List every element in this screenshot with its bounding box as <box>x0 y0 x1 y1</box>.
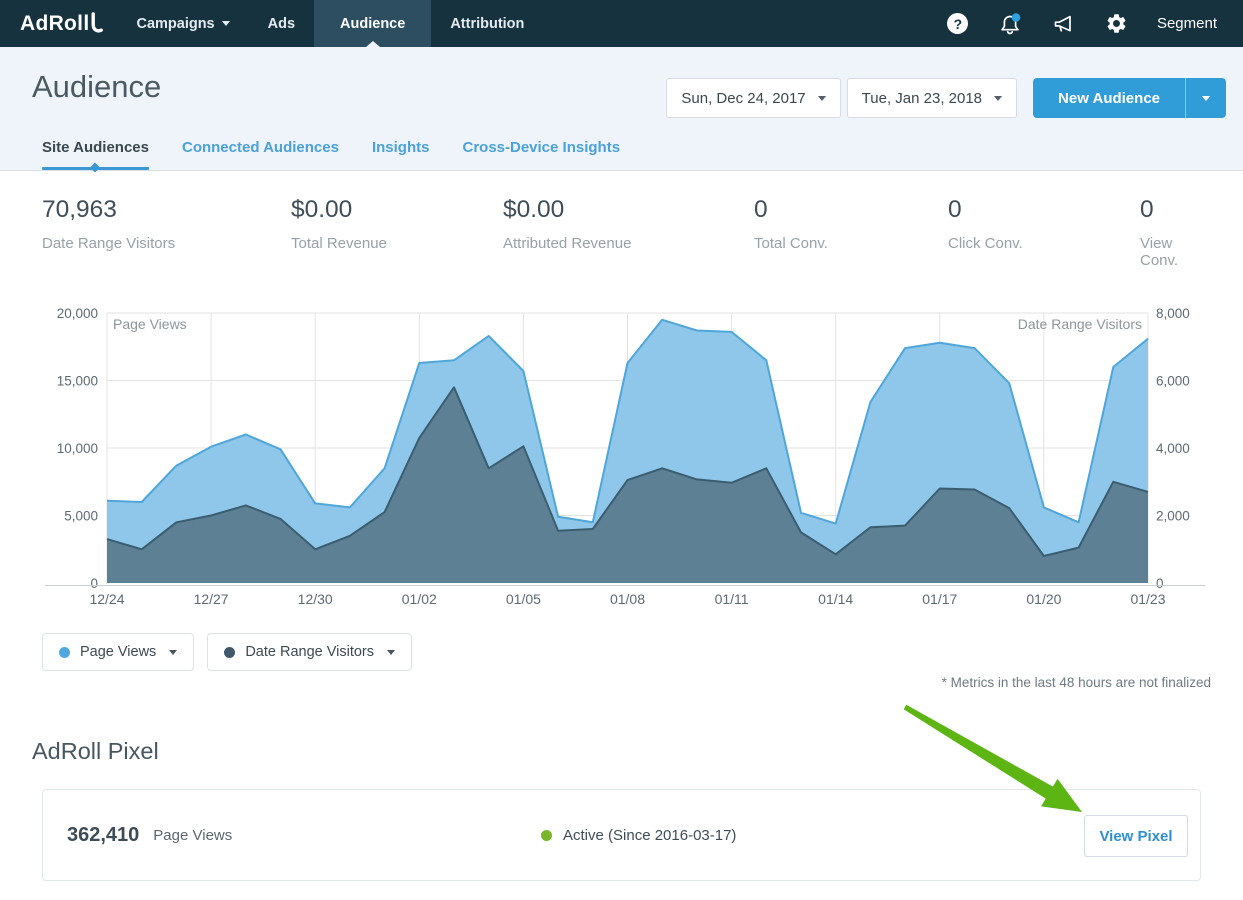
x-axis-tick: 01/20 <box>1026 591 1061 607</box>
stat-value: 0 <box>948 196 1140 224</box>
chevron-down-icon <box>994 96 1002 101</box>
x-axis-tick: 01/14 <box>818 591 853 607</box>
x-axis-tick: 12/30 <box>298 591 333 607</box>
x-axis-tick: 01/08 <box>610 591 645 607</box>
chevron-down-icon <box>387 650 395 655</box>
nav-item-label: Ads <box>268 16 295 32</box>
y-axis-tick-left: 10,000 <box>57 441 98 456</box>
segment-menu[interactable]: Segment <box>1157 15 1217 32</box>
legend-date-range-visitors[interactable]: Date Range Visitors <box>207 633 412 671</box>
stat-value: 70,963 <box>42 196 291 224</box>
date-range-visitors-dot-icon <box>224 647 235 658</box>
y-axis-tick-right: 4,000 <box>1156 441 1190 456</box>
stat-value: 0 <box>754 196 948 224</box>
settings-gear-icon[interactable] <box>1104 11 1130 37</box>
stat-label: Total Conv. <box>754 235 948 252</box>
nav-item-audience[interactable]: Audience <box>314 0 431 47</box>
stat-value: $0.00 <box>291 196 503 224</box>
metrics-footnote: * Metrics in the last 48 hours are not f… <box>942 675 1211 690</box>
start-date-select[interactable]: Sun, Dec 24, 2017 <box>666 78 840 118</box>
left-axis-title: Page Views <box>113 316 187 332</box>
adroll-pixel-heading: AdRoll Pixel <box>32 738 159 765</box>
stat-value: 0 <box>1140 196 1211 224</box>
legend-label: Page Views <box>80 644 156 660</box>
y-axis-tick-left: 20,000 <box>57 306 98 321</box>
legend-label: Date Range Visitors <box>245 644 374 660</box>
pixel-status: Active (Since 2016-03-17) <box>541 827 736 844</box>
end-date-value: Tue, Jan 23, 2018 <box>862 90 982 107</box>
adroll-logo-text: AdRoll <box>20 12 89 36</box>
announcements-megaphone-icon[interactable] <box>1051 11 1077 37</box>
y-axis-tick-left: 15,000 <box>57 374 98 389</box>
stat-label: Click Conv. <box>948 235 1140 252</box>
start-date-value: Sun, Dec 24, 2017 <box>681 90 805 107</box>
nav-item-attribution[interactable]: Attribution <box>431 0 543 47</box>
tabs: Site Audiences Connected Audiences Insig… <box>42 139 620 170</box>
area-chart: 0 0 5,000 2,000 10,000 4,000 15,000 6,000 20,000… <box>0 298 1243 618</box>
stat-label: View Conv. <box>1140 235 1211 269</box>
y-axis-tick-left: 5,000 <box>64 509 98 524</box>
notifications-bell-icon[interactable] <box>998 11 1024 37</box>
x-axis-tick: 01/17 <box>922 591 957 607</box>
chart-legend: Page Views Date Range Visitors <box>42 633 412 671</box>
x-axis-tick: 12/27 <box>194 591 229 607</box>
adroll-logo-hook-icon <box>90 11 103 35</box>
nav-item-label: Audience <box>340 16 405 32</box>
stat-click-conv: 0 Click Conv. <box>948 196 1140 269</box>
chevron-down-icon <box>169 650 177 655</box>
new-audience-button-group: New Audience <box>1033 78 1226 118</box>
nav-right-group: ? Segment <box>945 0 1217 47</box>
stat-label: Total Revenue <box>291 235 503 252</box>
x-axis-tick: 01/02 <box>402 591 437 607</box>
chevron-down-icon <box>1202 96 1210 101</box>
stat-total-conv: 0 Total Conv. <box>754 196 948 269</box>
adroll-logo[interactable]: AdRoll <box>20 0 103 47</box>
y-axis-tick-left: 0 <box>90 576 98 591</box>
stat-attributed-revenue: $0.00 Attributed Revenue <box>503 196 754 269</box>
right-axis-title: Date Range Visitors <box>1018 316 1142 332</box>
y-axis-tick-right: 6,000 <box>1156 374 1190 389</box>
page-title: Audience <box>32 69 161 105</box>
stat-label: Attributed Revenue <box>503 235 754 252</box>
stat-view-conv: 0 View Conv. <box>1140 196 1211 269</box>
tab-site-audiences[interactable]: Site Audiences <box>42 139 149 170</box>
view-pixel-button[interactable]: View Pixel <box>1084 815 1188 857</box>
pixel-status-text: Active (Since 2016-03-17) <box>563 827 736 844</box>
y-axis-tick-right: 8,000 <box>1156 306 1190 321</box>
help-icon[interactable]: ? <box>945 11 971 37</box>
stat-value: $0.00 <box>503 196 754 224</box>
x-axis-tick: 01/05 <box>506 591 541 607</box>
stat-date-range-visitors: 70,963 Date Range Visitors <box>42 196 291 269</box>
stat-total-revenue: $0.00 Total Revenue <box>291 196 503 269</box>
legend-page-views[interactable]: Page Views <box>42 633 194 671</box>
x-axis-tick: 12/24 <box>89 591 124 607</box>
x-axis-tick: 01/11 <box>715 591 749 607</box>
nav-item-campaigns[interactable]: Campaigns <box>117 0 248 47</box>
end-date-select[interactable]: Tue, Jan 23, 2018 <box>847 78 1017 118</box>
y-axis-tick-right: 2,000 <box>1156 509 1190 524</box>
nav-item-label: Campaigns <box>136 16 214 32</box>
stat-label: Date Range Visitors <box>42 235 291 252</box>
pixel-page-views-value: 362,410 <box>67 824 139 847</box>
tab-insights[interactable]: Insights <box>372 139 430 170</box>
tab-connected-audiences[interactable]: Connected Audiences <box>182 139 339 170</box>
active-status-dot-icon <box>541 830 552 841</box>
tab-cross-device-insights[interactable]: Cross-Device Insights <box>462 139 620 170</box>
top-nav: AdRoll Campaigns Ads Audience Attributio… <box>0 0 1243 47</box>
stats-row: 70,963 Date Range Visitors $0.00 Total R… <box>0 196 1243 269</box>
nav-item-ads[interactable]: Ads <box>249 0 314 47</box>
page-views-dot-icon <box>59 647 70 658</box>
new-audience-button[interactable]: New Audience <box>1033 78 1185 118</box>
new-audience-dropdown-button[interactable] <box>1185 78 1226 118</box>
header-controls: Sun, Dec 24, 2017 Tue, Jan 23, 2018 New … <box>666 78 1226 118</box>
page-header: Audience Sun, Dec 24, 2017 Tue, Jan 23, … <box>0 47 1243 171</box>
chevron-down-icon <box>222 21 230 26</box>
y-axis-tick-right: 0 <box>1156 576 1164 591</box>
adroll-pixel-card: 362,410 Page Views Active (Since 2016-03… <box>42 789 1201 881</box>
pixel-page-views-label: Page Views <box>153 827 232 844</box>
nav-item-label: Attribution <box>450 16 524 32</box>
chevron-down-icon <box>818 96 826 101</box>
x-axis-tick: 01/23 <box>1130 591 1165 607</box>
notification-badge <box>1012 13 1021 22</box>
